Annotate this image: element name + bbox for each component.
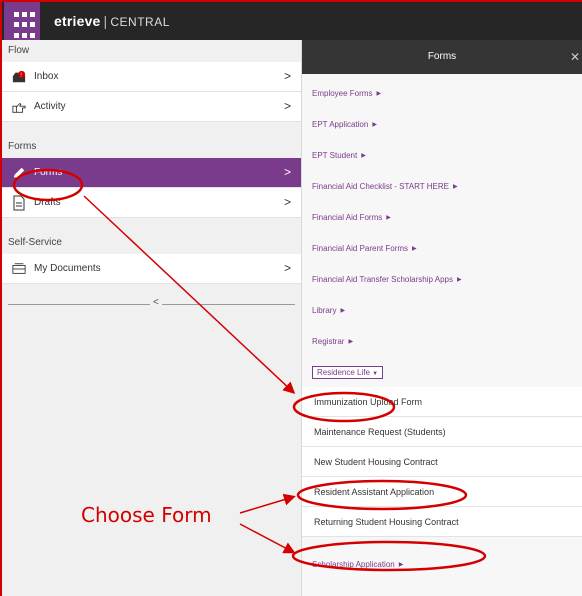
caret-right-icon: ▶	[348, 339, 354, 345]
sidebar-item-label: Activity	[34, 101, 66, 112]
top-bar: etrieve | CENTRAL	[2, 2, 582, 40]
caret-right-icon: ▶	[376, 91, 382, 97]
form-item-new-student-housing[interactable]: New Student Housing Contract	[302, 447, 582, 477]
sidebar-item-my-documents[interactable]: My Documents >	[2, 254, 301, 284]
chevron-right-icon: >	[283, 195, 291, 209]
folder-financial-aid-forms[interactable]: Financial Aid Forms ▶	[302, 202, 582, 233]
folder-label: Scholarship Application	[312, 560, 395, 569]
pencil-icon	[12, 166, 26, 180]
form-item-resident-assistant[interactable]: Resident Assistant Application	[302, 477, 582, 507]
folder-open-label: Residence Life ▼	[312, 365, 384, 379]
section-label-self-service: Self-Service	[8, 237, 62, 248]
sidebar-item-drafts[interactable]: Drafts >	[2, 188, 301, 218]
sidebar-item-label: My Documents	[34, 263, 101, 274]
app-logo: etrieve | CENTRAL	[54, 13, 170, 29]
chevron-right-icon: >	[283, 261, 291, 275]
folder-label: Financial Aid Forms	[312, 213, 383, 222]
sidebar-item-label: Drafts	[34, 197, 61, 208]
inbox-badge: !	[20, 72, 21, 78]
folder-label: EPT Student	[312, 151, 358, 160]
caret-down-icon: ▼	[372, 370, 379, 377]
logo-separator: |	[103, 13, 108, 29]
folder-label: Employee Forms	[312, 89, 373, 98]
chevron-right-icon: >	[283, 99, 291, 113]
folder-label: EPT Application	[312, 120, 369, 129]
folder-residence-life[interactable]: Residence Life ▼	[302, 357, 582, 387]
forms-panel: Forms ✕ Employee Forms ▶ EPT Application ▶…	[302, 40, 582, 596]
caret-right-icon: ▶	[372, 122, 377, 128]
folder-employee-forms[interactable]: Employee Forms ▶	[302, 78, 582, 109]
sidebar-item-label: Forms	[34, 167, 63, 178]
folder-financial-aid-parent-forms[interactable]: Financial Aid Parent Forms ▶	[302, 233, 582, 264]
collapse-sidebar-icon[interactable]: <	[150, 297, 162, 308]
folder-label: Library	[312, 306, 337, 315]
annotation-callout: Choose Form	[81, 503, 212, 527]
forms-panel-header: Forms ✕	[302, 40, 582, 74]
document-icon	[12, 195, 26, 210]
folder-registrar[interactable]: Registrar ▶	[302, 326, 582, 357]
app-grid-icon[interactable]	[4, 2, 40, 40]
sidebar-item-inbox[interactable]: ! Inbox >	[2, 62, 301, 92]
caret-right-icon: ▶	[412, 246, 417, 252]
chevron-right-icon: >	[283, 69, 291, 83]
form-item-immunization-upload[interactable]: Immunization Upload Form	[302, 387, 582, 417]
logo-brand: etrieve	[54, 13, 101, 29]
folder-label: Residence Life	[317, 367, 370, 377]
inbox-alert-icon: !	[12, 70, 26, 84]
logo-product: CENTRAL	[110, 15, 170, 29]
close-icon[interactable]: ✕	[570, 40, 580, 74]
folder-ept-application[interactable]: EPT Application ▶	[302, 109, 582, 140]
pointing-hand-icon	[12, 100, 26, 114]
sidebar-item-forms[interactable]: Forms >	[2, 158, 301, 188]
forms-panel-title: Forms	[427, 51, 457, 62]
sidebar-collapse-divider: <	[2, 294, 301, 314]
folder-financial-aid-checklist[interactable]: Financial Aid Checklist - START HERE ▶	[302, 171, 582, 202]
folder-financial-aid-transfer[interactable]: Financial Aid Transfer Scholarship Apps ▶	[302, 264, 582, 295]
section-label-forms: Forms	[8, 141, 37, 152]
sidebar-item-label: Inbox	[34, 71, 59, 82]
section-label-flow: Flow	[8, 45, 30, 56]
chevron-right-icon: >	[283, 165, 291, 179]
folder-label: Financial Aid Parent Forms	[312, 244, 409, 253]
documents-tray-icon	[12, 262, 26, 276]
folder-label: Financial Aid Checklist - START HERE	[312, 182, 449, 191]
form-item-maintenance-request[interactable]: Maintenance Request (Students)	[302, 417, 582, 447]
folder-label: Registrar	[312, 337, 345, 346]
folder-scholarship-application[interactable]: Scholarship Application ▶	[302, 549, 582, 580]
caret-right-icon: ▶	[386, 215, 391, 221]
caret-right-icon: ▶	[340, 308, 346, 314]
caret-right-icon: ▶	[456, 277, 462, 283]
caret-right-icon: ▶	[452, 184, 458, 190]
folder-library[interactable]: Library ▶	[302, 295, 582, 326]
form-item-returning-student-housing[interactable]: Returning Student Housing Contract	[302, 507, 582, 537]
caret-right-icon: ▶	[361, 153, 366, 159]
sidebar-item-activity[interactable]: Activity >	[2, 92, 301, 122]
folder-ept-student[interactable]: EPT Student ▶	[302, 140, 582, 171]
folder-label: Financial Aid Transfer Scholarship Apps	[312, 275, 453, 284]
caret-right-icon: ▶	[398, 562, 404, 568]
